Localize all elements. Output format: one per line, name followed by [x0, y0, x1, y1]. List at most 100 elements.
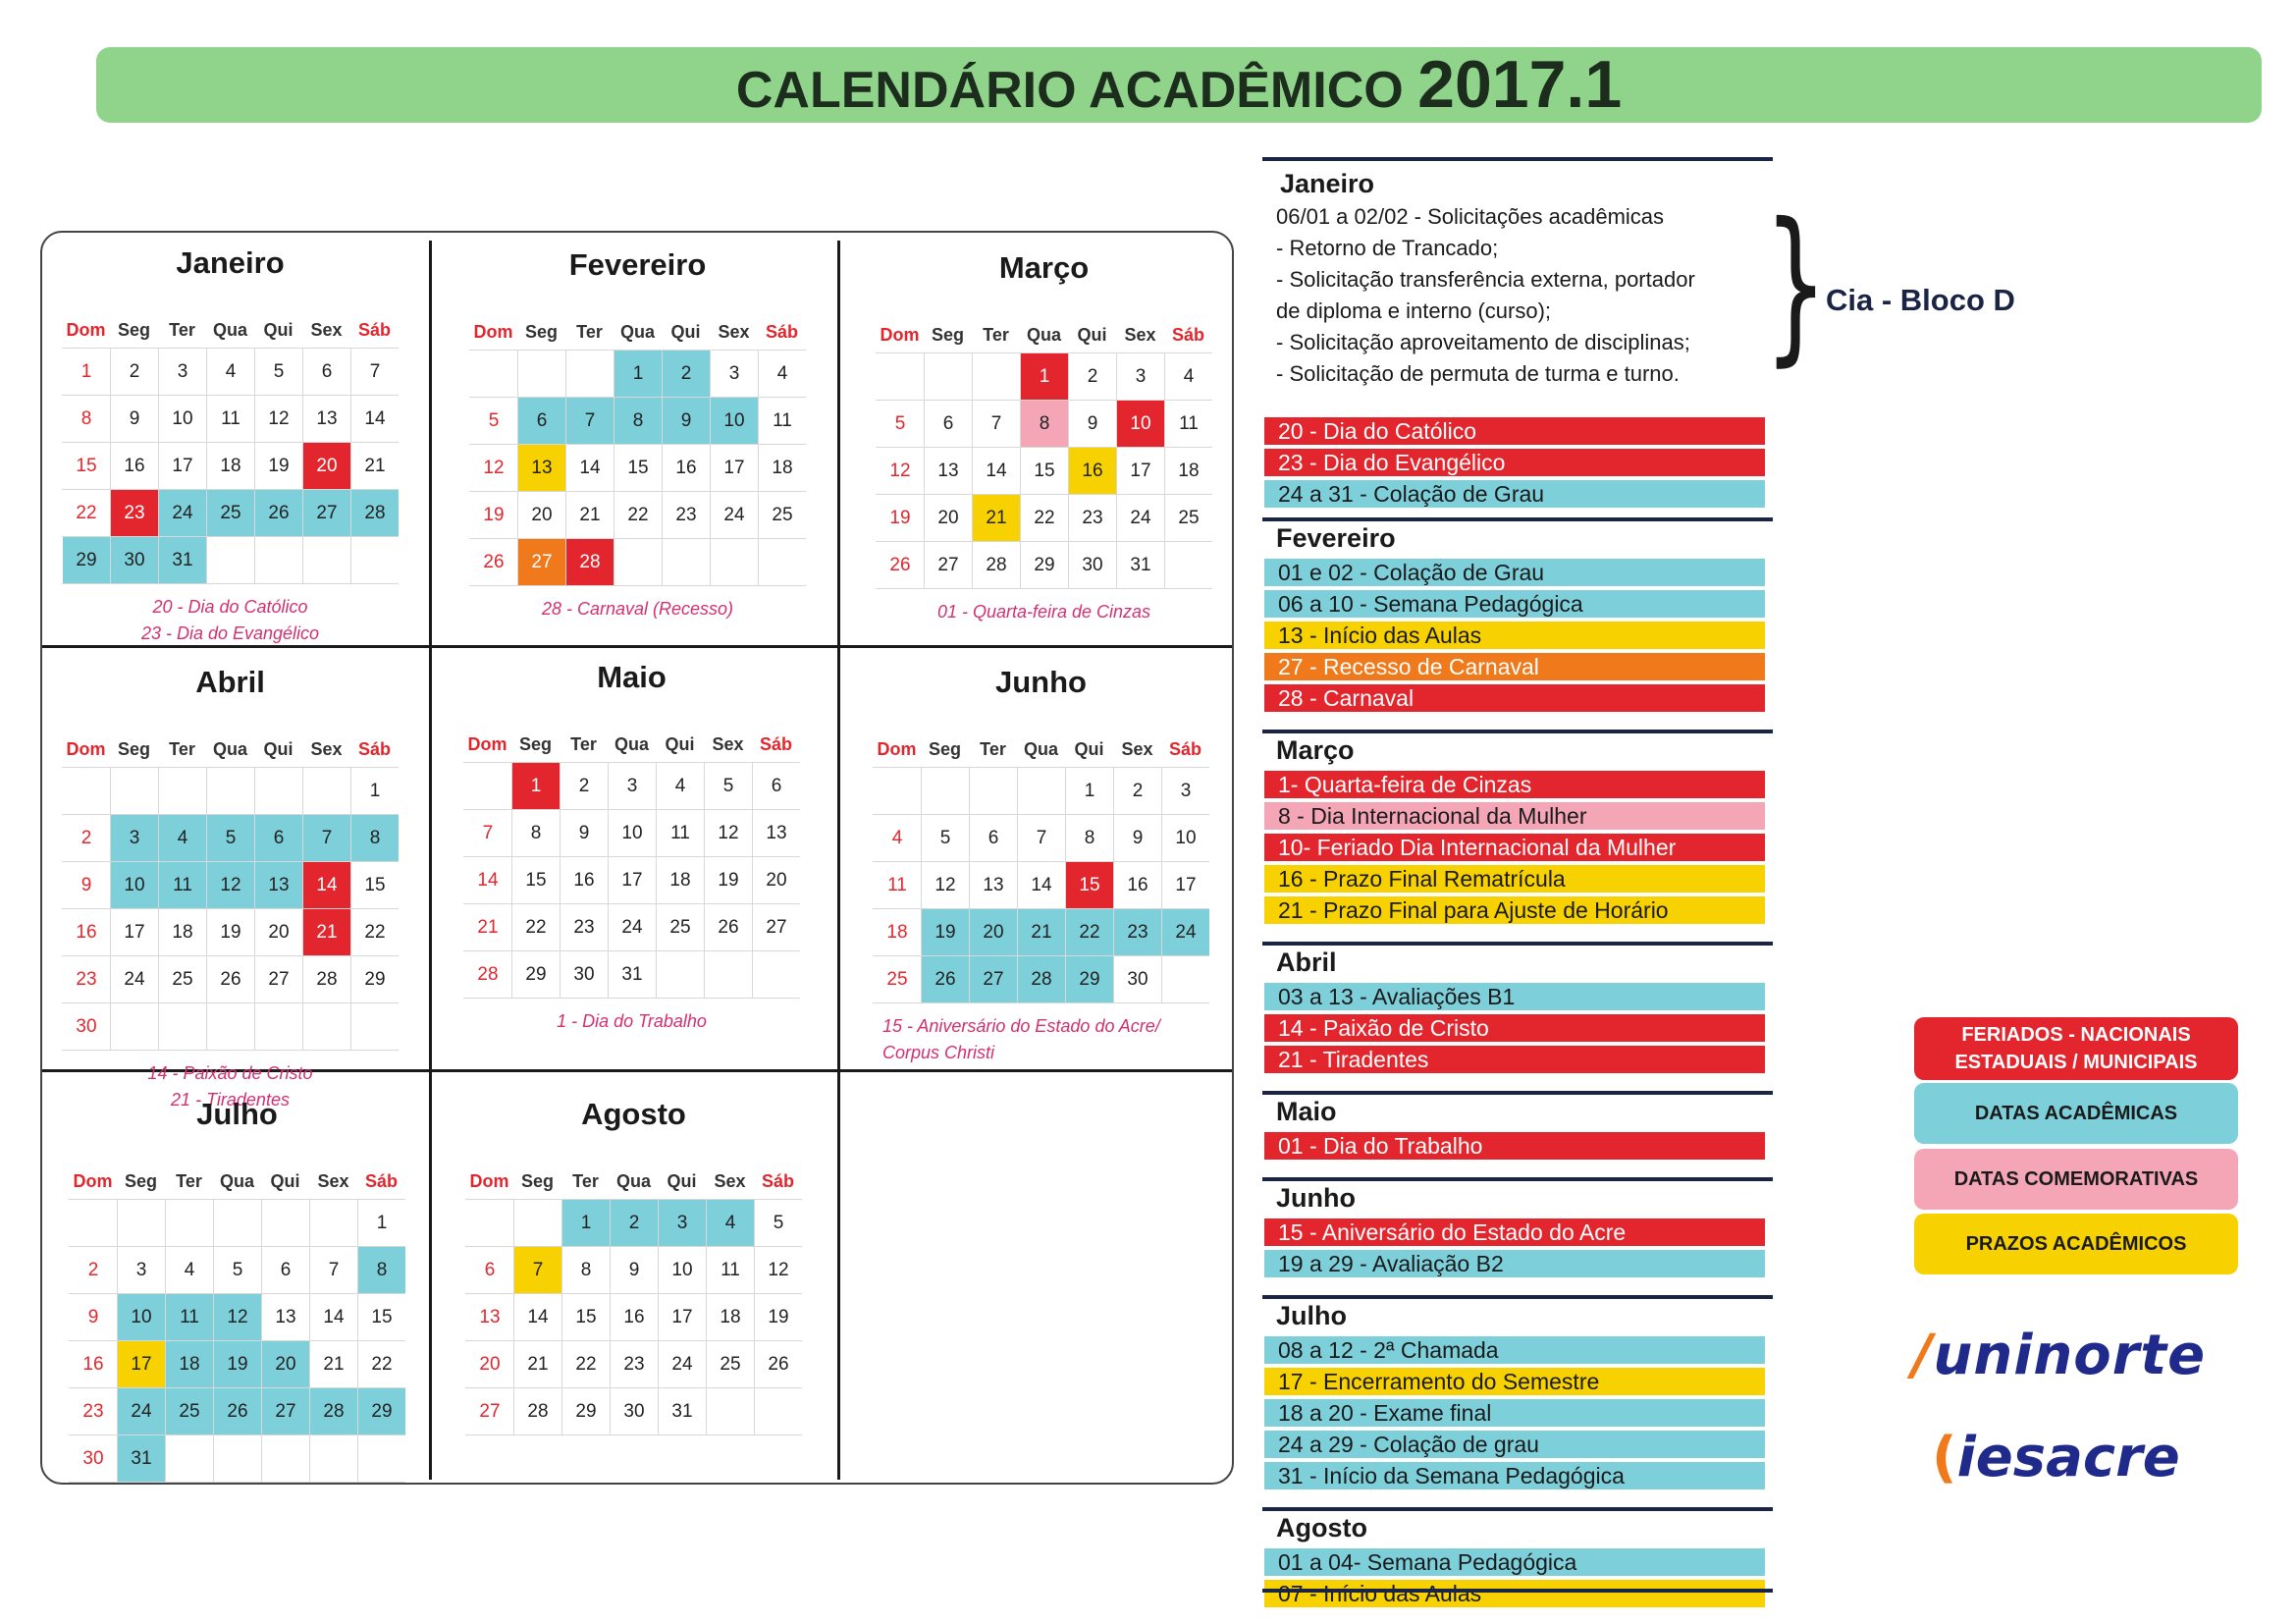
day-cell: 8 — [1084, 827, 1095, 848]
day-cell: 1 — [614, 351, 662, 397]
day-cell: 29 — [1034, 554, 1055, 575]
day-cell: 8 — [351, 815, 399, 861]
day-cell: 9 — [80, 874, 92, 895]
grid-line — [873, 1002, 1209, 1003]
day-cell: 15 — [575, 1306, 597, 1327]
section-divider — [1262, 157, 1773, 161]
weekday-header: Sáb — [761, 1171, 794, 1191]
day-cell: 19 — [889, 507, 911, 528]
calendar-page: CALENDÁRIO ACADÊMICO 2017.1 Janeiro Dom Se… — [0, 0, 2296, 1624]
day-cell: 2 — [611, 1200, 658, 1246]
grid-line — [206, 767, 207, 1050]
day-cell: 11 — [159, 862, 206, 908]
day-cell: 4 — [1183, 365, 1195, 387]
day-cell: 11 — [166, 1294, 213, 1340]
day-cell: 2 — [578, 775, 590, 796]
month-title: Abril — [195, 665, 265, 699]
day-cell: 9 — [129, 407, 140, 429]
day-cell: 16 — [573, 869, 595, 891]
weekday-header: Seg — [124, 1171, 157, 1191]
day-cell: 6 — [321, 360, 333, 382]
weekday-header: Qui — [263, 739, 294, 759]
day-cell: 28 — [527, 1400, 549, 1422]
weekday-header: Dom — [66, 739, 106, 759]
day-cell: 19 — [214, 1341, 261, 1387]
day-cell: 13 — [255, 862, 302, 908]
weekday-header: Seg — [524, 322, 558, 342]
weekday-header: Qui — [670, 322, 701, 342]
day-cell: 29 — [63, 537, 110, 583]
day-cell: 29 — [525, 963, 547, 985]
divider-h1 — [42, 645, 1232, 648]
event-bar: 01 a 04- Semana Pedagógica — [1264, 1548, 1765, 1576]
weekday-header: Qui — [270, 1171, 300, 1191]
day-cell: 28 — [351, 490, 399, 536]
day-cell: 24 — [124, 968, 145, 990]
day-cell: 5 — [273, 360, 285, 382]
day-cell: 12 — [268, 407, 290, 429]
day-cell: 9 — [628, 1259, 640, 1280]
day-cell: 12 — [889, 460, 911, 481]
day-cell: 19 — [768, 1306, 789, 1327]
cia-label: Cia - Bloco D — [1826, 283, 2015, 317]
day-cell: 6 — [942, 412, 954, 434]
section-divider — [1262, 1507, 1773, 1511]
day-cell: 21 — [477, 916, 499, 938]
weekday-header: Sáb — [357, 320, 391, 340]
weekday-header: Qua — [212, 320, 247, 340]
day-cell: 8 — [614, 398, 662, 444]
janeiro-text-line: - Solicitação de permuta de turma e turn… — [1276, 361, 1680, 386]
day-cell: 6 — [484, 1259, 496, 1280]
day-cell: 31 — [159, 537, 206, 583]
day-cell: 24 — [1130, 507, 1151, 528]
day-cell: 22 — [364, 921, 386, 943]
day-cell: 5 — [773, 1212, 784, 1233]
day-cell: 27 — [303, 490, 350, 536]
event-bar: 21 - Prazo Final para Ajuste de Horário — [1264, 896, 1765, 924]
weekday-header: Sex — [1124, 325, 1156, 345]
day-cell: 22 — [1066, 909, 1113, 955]
legend-item: PRAZOS ACADÊMICOS — [1914, 1214, 2238, 1274]
day-cell: 15 — [364, 874, 386, 895]
day-cell: 23 — [675, 504, 697, 525]
weekday-header: Dom — [73, 1171, 113, 1191]
day-cell: 11 — [773, 409, 792, 431]
day-cell: 15 — [1066, 862, 1113, 908]
day-cell: 3 — [111, 815, 158, 861]
weekday-header: Sáb — [1171, 325, 1204, 345]
day-cell: 27 — [518, 539, 565, 585]
day-cell: 1 — [80, 360, 92, 382]
section-title: Agosto — [1276, 1513, 1367, 1543]
event-bar: 01 e 02 - Colação de Grau — [1264, 559, 1765, 586]
day-cell: 3 — [659, 1200, 706, 1246]
weekday-header: Seg — [518, 734, 552, 754]
day-cell: 1 — [376, 1212, 388, 1233]
day-cell: 7 — [482, 822, 494, 843]
day-cell: 9 — [1132, 827, 1144, 848]
day-cell: 23 — [82, 1400, 104, 1422]
day-cell: 15 — [1034, 460, 1055, 481]
weekday-header: Qui — [1074, 739, 1104, 759]
day-cell: 23 — [623, 1353, 645, 1375]
day-cell: 23 — [1082, 507, 1103, 528]
day-cell: 10 — [1175, 827, 1197, 848]
day-cell: 7 — [566, 398, 614, 444]
day-cell: 4 — [674, 775, 686, 796]
iesacre-logo: (iesacre — [1932, 1426, 2180, 1489]
event-bar: 20 - Dia do Católico — [1264, 417, 1765, 445]
page-title: CALENDÁRIO ACADÊMICO 2017.1 — [96, 47, 2262, 123]
day-cell: 21 — [323, 1353, 345, 1375]
grid-line — [62, 1002, 399, 1003]
month-note: 28 - Carnaval (Recesso) — [541, 599, 734, 619]
day-cell: 20 — [937, 507, 959, 528]
day-cell: 13 — [937, 460, 959, 481]
event-bar: 8 - Dia Internacional da Mulher — [1264, 802, 1765, 830]
day-cell: 10 — [118, 1294, 165, 1340]
janeiro-text-line: - Solicitação transferência externa, por… — [1276, 267, 1695, 292]
day-cell: 29 — [364, 968, 386, 990]
day-cell: 16 — [1127, 874, 1148, 895]
day-cell: 30 — [111, 537, 158, 583]
day-cell: 16 — [675, 457, 697, 478]
day-cell: 12 — [768, 1259, 789, 1280]
day-cell: 4 — [891, 827, 903, 848]
